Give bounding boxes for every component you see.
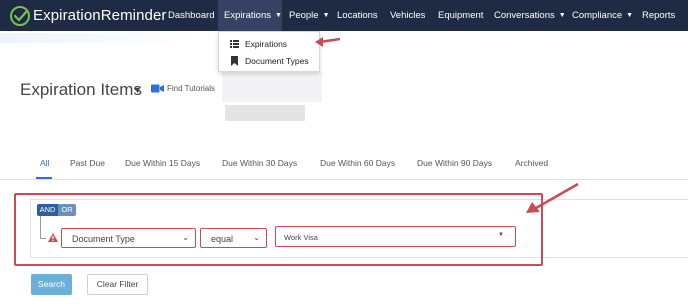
nav-conversations[interactable]: Conversations ▼	[494, 0, 566, 31]
annotation-arrow	[526, 182, 579, 213]
dropdown-item-expirations[interactable]: Expirations	[219, 36, 319, 52]
nav-label: Vehicles	[390, 10, 426, 21]
tab-past-due[interactable]: Past Due	[70, 158, 105, 168]
annotation-arrow	[315, 37, 341, 47]
tab-all[interactable]: All	[40, 158, 49, 168]
top-navbar: ExpirationReminder Dashboard Expirations…	[0, 0, 688, 31]
tab-due-90[interactable]: Due Within 90 Days	[417, 158, 492, 168]
nav-locations[interactable]: Locations	[337, 0, 378, 31]
nav-label: Expirations	[224, 10, 271, 21]
tab-archived[interactable]: Archived	[515, 158, 548, 168]
ghost-artifact	[222, 72, 322, 102]
tab-due-15[interactable]: Due Within 15 Days	[125, 158, 200, 168]
nav-reports[interactable]: Reports	[642, 0, 675, 31]
caret-down-icon: ▼	[322, 12, 330, 19]
caret-down-icon: ▼	[626, 12, 634, 19]
find-tutorials-link[interactable]: Find Tutorials	[167, 84, 215, 93]
nav-label: Dashboard	[168, 10, 215, 21]
search-button[interactable]: Search	[31, 274, 72, 295]
nav-label: Locations	[337, 10, 378, 21]
nav-label: Conversations	[494, 10, 555, 21]
annotation-highlight-box	[14, 193, 543, 266]
clear-filter-button[interactable]: Clear Filter	[87, 274, 148, 295]
tabs-divider	[0, 179, 688, 180]
nav-equipment[interactable]: Equipment	[438, 0, 483, 31]
logo-icon	[10, 6, 30, 26]
nav-label: Equipment	[438, 10, 484, 21]
caret-down-icon: ▼	[558, 12, 566, 19]
nav-label: People	[289, 10, 319, 21]
dropdown-item-document-types[interactable]: Document Types	[219, 53, 319, 69]
nav-compliance[interactable]: Compliance ▼	[572, 0, 633, 31]
nav-dashboard[interactable]: Dashboard	[168, 0, 214, 31]
nav-people[interactable]: People ▼	[289, 0, 330, 31]
list-icon	[230, 40, 239, 48]
nav-label: Compliance	[572, 10, 623, 21]
nav-label: Reports	[642, 10, 676, 21]
page-title: Expiration Items	[20, 80, 142, 99]
bookmark-icon	[231, 56, 238, 66]
tab-due-60[interactable]: Due Within 60 Days	[320, 158, 395, 168]
ghost-artifact	[225, 105, 305, 121]
caret-down-icon[interactable]: ▼	[133, 85, 142, 95]
ghost-artifact	[0, 33, 200, 43]
dropdown-label: Expirations	[245, 39, 288, 49]
nav-vehicles[interactable]: Vehicles	[390, 0, 425, 31]
tab-due-30[interactable]: Due Within 30 Days	[222, 158, 297, 168]
caret-down-icon: ▼	[275, 12, 282, 19]
video-camera-icon	[151, 84, 164, 93]
dropdown-label: Document Types	[245, 56, 309, 66]
nav-expirations[interactable]: Expirations ▼	[218, 0, 282, 31]
logo-text[interactable]: ExpirationReminder	[33, 7, 167, 24]
expirations-dropdown: Expirations Document Types	[218, 31, 320, 72]
